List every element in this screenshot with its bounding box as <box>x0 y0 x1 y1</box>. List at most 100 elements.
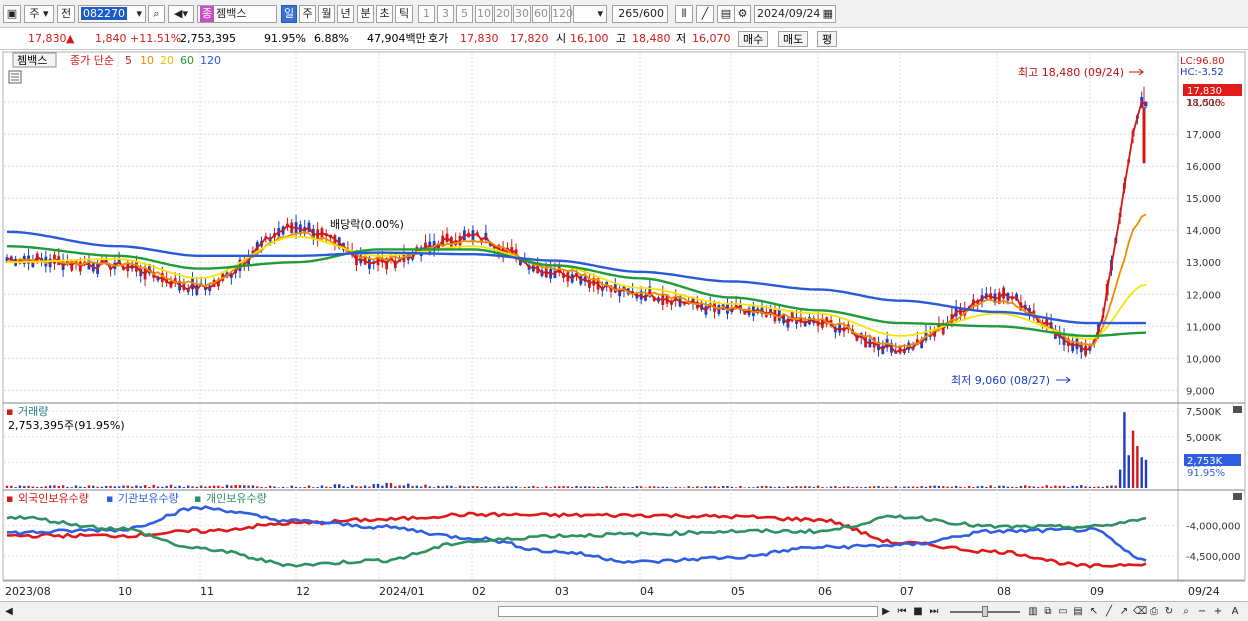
refresh-icon[interactable]: ↻ <box>1163 604 1175 619</box>
scroll-thumb[interactable] <box>498 606 878 617</box>
price-y-tick: 16,000 <box>1186 162 1221 173</box>
interval-30[interactable]: 30 <box>513 5 531 23</box>
average-button[interactable]: 평 <box>817 31 838 47</box>
current-pct-tag: 11.51% <box>1187 98 1225 109</box>
stack-icon[interactable]: ▤ <box>1072 604 1084 619</box>
minus-icon[interactable]: − <box>1196 604 1208 619</box>
price-y-tick: 13,000 <box>1186 258 1221 269</box>
volume-value: 2,753,395 <box>180 32 236 45</box>
volume-bar <box>411 486 414 488</box>
change-percent: +11.51% <box>130 32 182 45</box>
volume-bar <box>307 485 311 488</box>
volume-bar <box>139 486 142 488</box>
chevron-down-icon: ▾ <box>597 7 603 20</box>
volume-bar <box>454 487 457 488</box>
stop-icon[interactable]: ■ <box>912 604 924 619</box>
volume-bar <box>860 487 863 488</box>
volume-bar <box>381 485 384 488</box>
window-icon[interactable]: ▭ <box>1057 604 1069 619</box>
volume-bar <box>1088 486 1092 488</box>
date-field[interactable]: 2024/09/24 ▦ <box>754 5 836 23</box>
volume-bar <box>583 486 587 488</box>
volume-bar <box>329 487 332 488</box>
tab-period-day[interactable]: 일 <box>281 5 297 23</box>
volume-bar <box>368 486 371 488</box>
layout-icon[interactable]: ▣ <box>3 5 21 23</box>
stock-code-input[interactable]: 082270 ▾ <box>78 5 146 23</box>
arrow-tool-icon[interactable]: ↗ <box>1118 604 1130 619</box>
zoom-slider-handle[interactable] <box>982 606 988 617</box>
tab-period-year[interactable]: 년 <box>337 5 354 23</box>
volume-bar <box>346 486 350 488</box>
interval-10[interactable]: 10 <box>475 5 493 23</box>
chart-area[interactable]: 18,000 17,000 16,000 15,000 14,000 13,000 12,0… <box>0 50 1248 601</box>
interval-60[interactable]: 60 <box>532 5 550 23</box>
interval-120[interactable]: 120 <box>551 5 573 23</box>
volume-y-tick: 5,000K <box>1186 433 1222 444</box>
x-tick-labels: 2023/08 10 11 12 2024/01 02 03 04 05 06 07 08 09 09/2… <box>5 585 1220 598</box>
volume-bar <box>277 487 281 488</box>
font-size-icon[interactable]: A <box>1228 604 1242 619</box>
volume-bar <box>1032 486 1036 488</box>
low-annotation: 최저 9,060 (08/27) <box>951 374 1050 387</box>
candle-type-icon[interactable]: ⫴ <box>675 5 693 23</box>
volume-bar <box>243 485 246 488</box>
scroll-left-icon[interactable]: ◀ <box>4 604 14 619</box>
interval-5[interactable]: 5 <box>456 5 473 23</box>
interval-custom-dropdown[interactable]: ▾ <box>573 5 607 23</box>
calendar-icon: ▦ <box>822 7 833 20</box>
tab-period-minute[interactable]: 분 <box>357 5 374 23</box>
volume-bar <box>174 486 177 488</box>
fast-forward-icon[interactable]: ⏭ <box>927 604 941 619</box>
low-price: 16,070 <box>692 32 731 45</box>
volume-bar <box>691 487 695 488</box>
volume-panel-close-icon[interactable] <box>1233 406 1242 413</box>
interval-1[interactable]: 1 <box>418 5 435 23</box>
print-icon[interactable]: ⎙ <box>1148 604 1160 619</box>
draw-line-icon[interactable]: ╱ <box>696 5 714 23</box>
volume-bar <box>238 485 242 488</box>
gear-icon[interactable]: ⚙ <box>734 5 751 23</box>
eraser-icon[interactable]: ⌫ <box>1133 604 1147 619</box>
sell-button[interactable]: 매도 <box>778 31 809 47</box>
tab-period-month[interactable]: 월 <box>318 5 335 23</box>
volume-bar <box>579 486 583 488</box>
stock-name-label: 젬백스 <box>17 54 47 67</box>
volume-bar <box>489 487 492 488</box>
rewind-icon[interactable]: ⏮ <box>895 604 909 619</box>
volume-bar <box>407 483 410 488</box>
volume-bar <box>717 486 721 488</box>
stock-name-field[interactable]: 종 젬백스 <box>197 5 277 23</box>
interval-20[interactable]: 20 <box>494 5 512 23</box>
copy-icon[interactable]: ⧉ <box>1042 604 1054 619</box>
speaker-icon[interactable]: ◀▾ <box>168 5 194 23</box>
save-icon[interactable]: ▤ <box>717 5 735 23</box>
chart-canvas[interactable]: 18,00017,00016,00015,00014,00013,00012,0… <box>0 50 1248 601</box>
search-icon[interactable]: ⌕ <box>148 5 165 23</box>
volume-bar <box>14 487 17 488</box>
volume-bar <box>169 484 173 488</box>
x-axis-label: 02 <box>472 585 486 598</box>
layout-split-icon[interactable]: ▥ <box>1027 604 1039 619</box>
price-y-tick: 11,000 <box>1186 322 1221 333</box>
holdings-panel-close-icon[interactable] <box>1233 493 1242 500</box>
volume-bar <box>208 486 211 488</box>
zoom-icon[interactable]: ⌕ <box>1180 604 1192 619</box>
buy-button[interactable]: 매수 <box>738 31 769 47</box>
bottom-scrollbar[interactable]: ◀ ▶ ⏮ ■ ⏭ ▥ ⧉ ▭ ▤ ↖ ╱ ↗ ⌫ ⎙ ↻ ⌕ − + A <box>0 601 1248 621</box>
tab-period-tick[interactable]: 틱 <box>395 5 413 23</box>
prefix-dropdown[interactable]: 주 ▾ <box>24 5 54 23</box>
interval-3[interactable]: 3 <box>437 5 454 23</box>
volume-bar <box>195 486 199 488</box>
scroll-right-icon[interactable]: ▶ <box>880 604 892 619</box>
bar-count-field[interactable]: 265/600 <box>612 5 668 23</box>
cursor-icon[interactable]: ↖ <box>1088 604 1100 619</box>
volume-bar <box>130 486 134 488</box>
prev-button[interactable]: 전 <box>57 5 75 23</box>
trend-line-icon[interactable]: ╱ <box>1103 604 1115 619</box>
plus-icon[interactable]: + <box>1212 604 1224 619</box>
tab-period-second[interactable]: 초 <box>376 5 393 23</box>
price-y-tick: 12,000 <box>1186 290 1221 301</box>
volume-bar <box>1015 487 1018 488</box>
tab-period-week[interactable]: 주 <box>299 5 316 23</box>
